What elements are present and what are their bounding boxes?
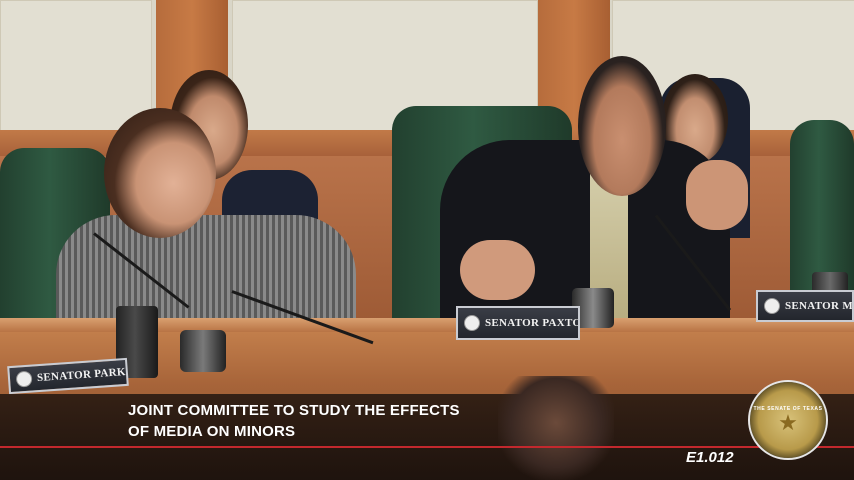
- senator-parker-head: [104, 108, 216, 238]
- nameplate-left-text: SENATOR PARKER: [36, 364, 129, 385]
- video-frame: SENATOR PARKER SENATOR PAXTON SENATOR ME…: [0, 0, 854, 480]
- wall-panel: [0, 0, 152, 137]
- carafe: [180, 330, 226, 372]
- nameplate-right-text: SENATOR MENEN: [785, 300, 853, 312]
- senate-seal-icon: [464, 315, 480, 331]
- senator-paxton-hand: [686, 160, 748, 230]
- nameplate-center-text: SENATOR PAXTON: [485, 317, 580, 329]
- senate-seal-icon: [15, 370, 33, 388]
- senator-paxton-hand: [460, 240, 535, 300]
- headline-line-2: OF MEDIA ON MINORS: [128, 423, 296, 440]
- audience-head: [498, 376, 614, 480]
- senator-paxton-head: [578, 56, 666, 196]
- headline-line-1: JOINT COMMITTEE TO STUDY THE EFFECTS: [128, 402, 460, 419]
- senate-seal-logo: THE SENATE OF TEXAS ★: [748, 380, 828, 460]
- program-code: E1.012: [686, 449, 734, 466]
- nameplate-right: SENATOR MENEN: [756, 290, 854, 322]
- star-icon: ★: [778, 410, 798, 435]
- senate-seal-icon: [764, 298, 780, 314]
- accent-line: [0, 446, 854, 448]
- nameplate-center: SENATOR PAXTON: [456, 306, 580, 340]
